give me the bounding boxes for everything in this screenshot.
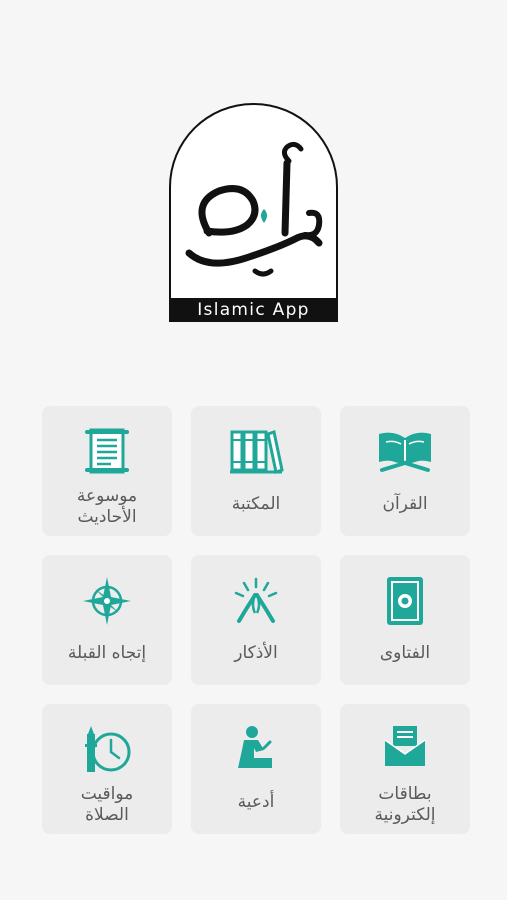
menu-tile-adhkar[interactable]: الأذكار — [191, 555, 321, 685]
menu-tile-prayer-times[interactable]: مواقيت الصلاة — [42, 704, 172, 834]
app-brand-label: Islamic App — [169, 298, 338, 322]
praying-person-icon — [238, 726, 272, 768]
book-cover-icon — [387, 577, 423, 625]
menu-tile-fatwas[interactable]: الفتاوى — [340, 555, 470, 685]
menu-grid: موسوعة الأحاديث المكتبة القرآن إتجاه الق… — [42, 406, 470, 834]
tile-label: إتجاه القبلة — [67, 643, 147, 663]
tile-label: بطاقات إلكترونية — [374, 784, 436, 825]
tile-label: موسوعة الأحاديث — [76, 486, 138, 527]
menu-tile-e-cards[interactable]: بطاقات إلكترونية — [340, 704, 470, 834]
tile-label: الفتاوى — [379, 643, 431, 663]
clock-minaret-icon — [85, 726, 131, 772]
scroll-icon — [85, 428, 129, 474]
menu-tile-qibla-direction[interactable]: إتجاه القبلة — [42, 555, 172, 685]
menu-tile-quran[interactable]: القرآن — [340, 406, 470, 536]
compass-icon — [83, 577, 131, 625]
menu-tile-hadith-encyclopedia[interactable]: موسوعة الأحاديث — [42, 406, 172, 536]
app-logo: Islamic App — [169, 103, 338, 322]
open-quran-icon — [379, 432, 431, 472]
tile-label: الأذكار — [234, 643, 278, 663]
praying-hands-icon — [234, 577, 278, 623]
menu-tile-supplications[interactable]: أدعية — [191, 704, 321, 834]
envelope-card-icon — [384, 726, 426, 766]
tile-label: القرآن — [382, 494, 428, 514]
tile-label: مواقيت الصلاة — [80, 784, 134, 825]
calligraphy-logo-icon — [185, 141, 323, 277]
tile-label: أدعية — [237, 792, 275, 812]
tile-label: المكتبة — [231, 494, 281, 514]
menu-tile-library[interactable]: المكتبة — [191, 406, 321, 536]
books-icon — [230, 430, 284, 474]
